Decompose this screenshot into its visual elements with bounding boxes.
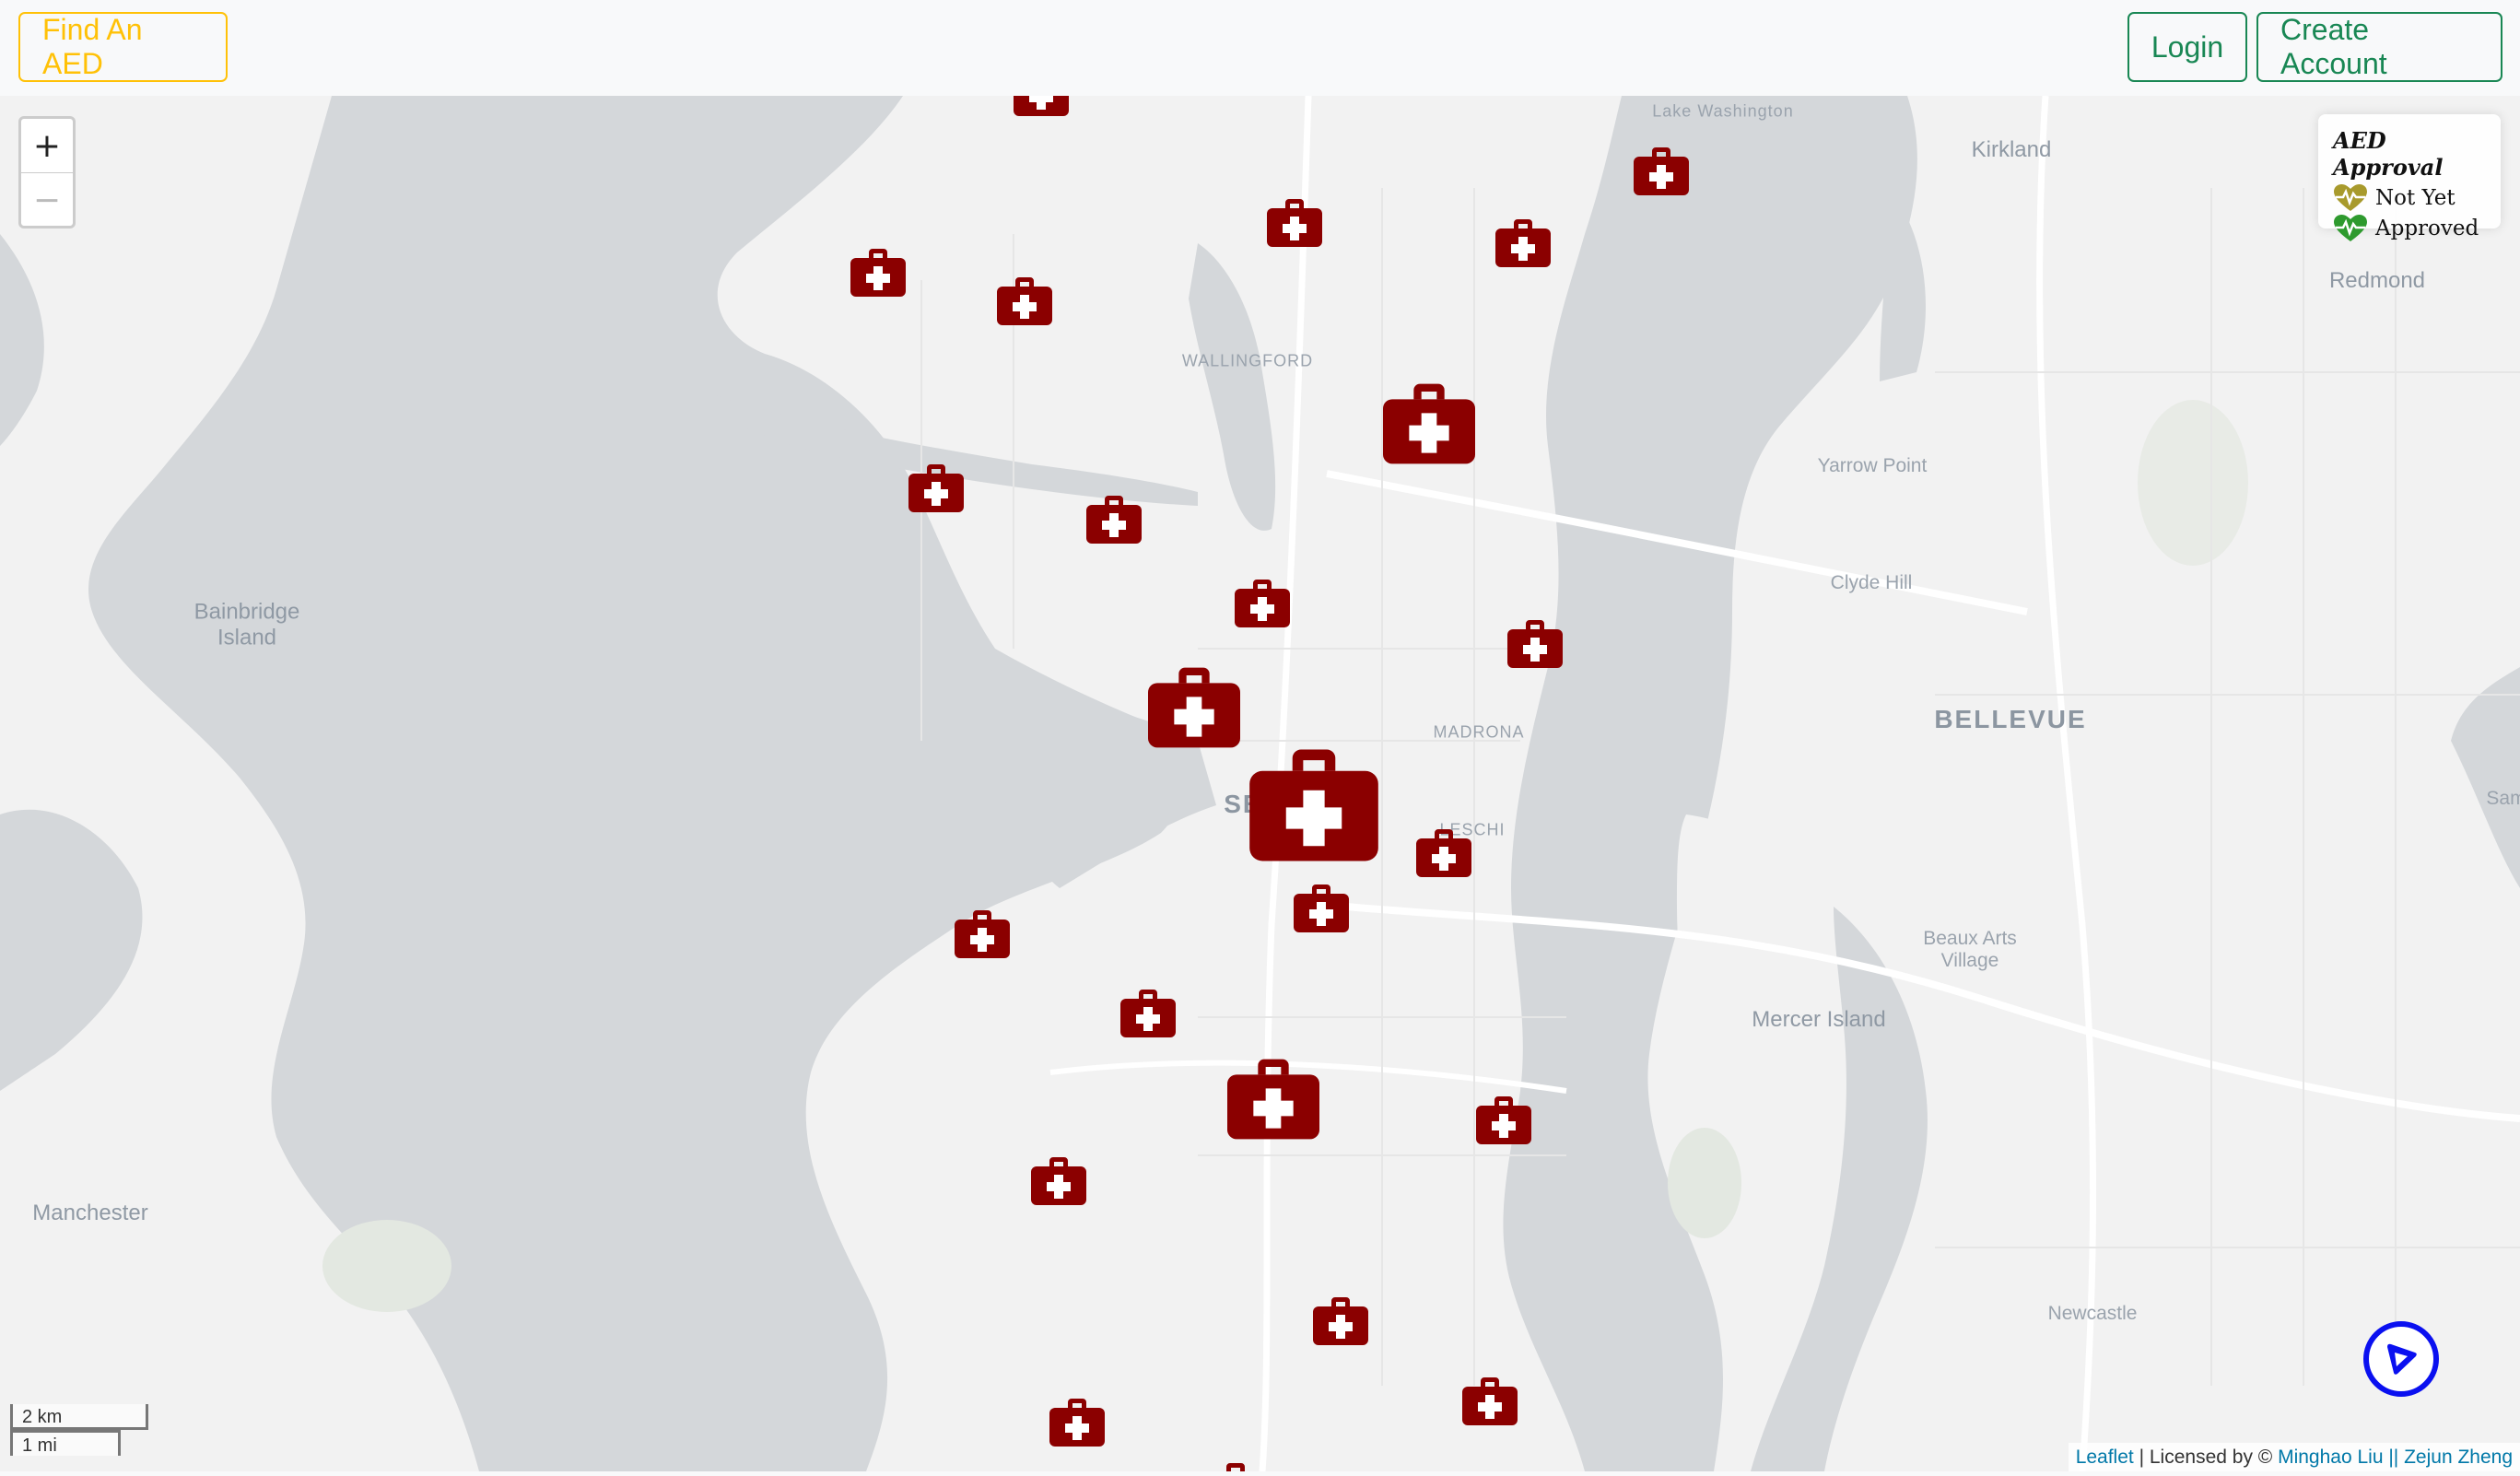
aed-marker[interactable] bbox=[1014, 96, 1069, 116]
first-aid-kit-icon bbox=[1495, 219, 1551, 267]
aed-marker[interactable] bbox=[1086, 496, 1142, 544]
aed-marker[interactable] bbox=[1507, 620, 1563, 668]
place-label: Yarrow Point bbox=[1817, 454, 1928, 476]
place-label: WALLINGFORD bbox=[1181, 351, 1314, 370]
aed-marker[interactable] bbox=[1634, 147, 1689, 195]
place-label: Kirkland bbox=[1971, 137, 2052, 163]
aed-marker[interactable] bbox=[908, 464, 964, 512]
aed-marker[interactable] bbox=[1495, 219, 1551, 267]
map-attribution: Leaflet | Licensed by © Minghao Liu || Z… bbox=[2068, 1443, 2520, 1471]
first-aid-kit-icon bbox=[1383, 383, 1475, 464]
legend-label-approved: Approved bbox=[2375, 216, 2479, 240]
first-aid-kit-icon bbox=[1226, 1463, 1245, 1471]
first-aid-kit-icon bbox=[908, 464, 964, 512]
heartbeat-icon bbox=[2334, 214, 2367, 241]
place-label: Manchester bbox=[32, 1201, 148, 1226]
first-aid-kit-icon bbox=[1086, 496, 1142, 544]
login-button[interactable]: Login bbox=[2127, 12, 2247, 82]
navigation-arrow-icon bbox=[2387, 1343, 2417, 1375]
zoom-in-button[interactable]: + bbox=[21, 119, 73, 173]
first-aid-kit-icon bbox=[1249, 749, 1378, 861]
legend-label-not-yet: Not Yet bbox=[2375, 185, 2456, 210]
legend-row-approved: Approved bbox=[2333, 213, 2491, 243]
first-aid-kit-icon bbox=[1120, 990, 1176, 1037]
find-aed-button[interactable]: Find An AED bbox=[18, 12, 228, 82]
aed-marker[interactable] bbox=[1267, 199, 1322, 247]
legend-title: AED Approval bbox=[2333, 127, 2444, 181]
aed-marker[interactable] bbox=[1476, 1096, 1531, 1144]
place-label: Mercer Island bbox=[1752, 1007, 1886, 1033]
first-aid-kit-icon bbox=[1049, 1399, 1105, 1447]
map-scale-bar: 2 km 1 mi bbox=[10, 1404, 148, 1456]
aed-marker[interactable] bbox=[1031, 1157, 1086, 1205]
aed-marker[interactable] bbox=[1049, 1399, 1105, 1447]
first-aid-kit-icon bbox=[1148, 667, 1240, 748]
place-label: Redmond bbox=[2328, 268, 2426, 294]
aed-marker[interactable] bbox=[1462, 1377, 1518, 1425]
aed-marker[interactable] bbox=[955, 910, 1010, 958]
scale-mi: 1 mi bbox=[10, 1430, 121, 1456]
first-aid-kit-icon bbox=[1634, 147, 1689, 195]
first-aid-kit-icon bbox=[1267, 199, 1322, 247]
map-container[interactable]: Lake Washington Kirkland Redmond WALLING… bbox=[0, 96, 2520, 1471]
first-aid-kit-icon bbox=[850, 249, 906, 297]
aed-marker[interactable] bbox=[997, 277, 1052, 325]
aed-marker[interactable] bbox=[1313, 1297, 1368, 1345]
heartbeat-icon bbox=[2334, 183, 2367, 211]
aed-marker-cluster-large[interactable] bbox=[1249, 749, 1378, 861]
aed-marker-cluster[interactable] bbox=[1148, 667, 1240, 748]
place-label: Newcastle bbox=[2047, 1302, 2138, 1324]
create-account-button[interactable]: Create Account bbox=[2256, 12, 2502, 82]
place-label: Lake Washington bbox=[1652, 101, 1794, 121]
first-aid-kit-icon bbox=[1031, 1157, 1086, 1205]
zoom-control: + − bbox=[18, 116, 76, 228]
aed-marker[interactable] bbox=[850, 249, 906, 297]
first-aid-kit-icon bbox=[1462, 1377, 1518, 1425]
attribution-separator: | Licensed by © bbox=[2133, 1447, 2279, 1468]
legend-row-not-yet: Not Yet bbox=[2333, 182, 2491, 213]
authors-link[interactable]: Minghao Liu || Zejun Zheng bbox=[2278, 1447, 2513, 1468]
aed-marker-cluster[interactable] bbox=[1383, 383, 1475, 464]
place-label: MADRONA bbox=[1433, 722, 1525, 742]
locate-me-button[interactable] bbox=[2363, 1321, 2439, 1397]
first-aid-kit-icon bbox=[1227, 1059, 1319, 1140]
leaflet-link[interactable]: Leaflet bbox=[2076, 1447, 2134, 1468]
aed-approval-legend: AED Approval Not Yet Approved bbox=[2318, 114, 2501, 241]
first-aid-kit-icon bbox=[1313, 1297, 1368, 1345]
aed-marker[interactable] bbox=[1416, 829, 1471, 877]
place-label: Beaux Arts Village bbox=[1923, 927, 2017, 971]
aed-marker[interactable] bbox=[1208, 1463, 1263, 1471]
place-label: Clyde Hill bbox=[1830, 571, 1913, 593]
first-aid-kit-icon bbox=[1294, 884, 1349, 932]
first-aid-kit-icon bbox=[1235, 580, 1290, 627]
first-aid-kit-icon bbox=[1476, 1096, 1531, 1144]
scale-km: 2 km bbox=[10, 1404, 148, 1430]
first-aid-kit-icon bbox=[997, 277, 1052, 325]
first-aid-kit-icon bbox=[1507, 620, 1563, 668]
aed-marker-cluster[interactable] bbox=[1227, 1059, 1319, 1140]
aed-marker[interactable] bbox=[1294, 884, 1349, 932]
place-label: BELLEVUE bbox=[1934, 704, 2087, 733]
aed-marker[interactable] bbox=[1235, 580, 1290, 627]
zoom-out-button[interactable]: − bbox=[21, 173, 73, 226]
place-label: Bainbridge Island bbox=[193, 599, 300, 650]
first-aid-kit-icon bbox=[1416, 829, 1471, 877]
first-aid-kit-icon bbox=[955, 910, 1010, 958]
aed-marker[interactable] bbox=[1120, 990, 1176, 1037]
top-navbar: Find An AED Login Create Account bbox=[0, 0, 2520, 96]
place-label: Sam bbox=[2486, 787, 2520, 809]
first-aid-kit-icon bbox=[1014, 96, 1069, 116]
